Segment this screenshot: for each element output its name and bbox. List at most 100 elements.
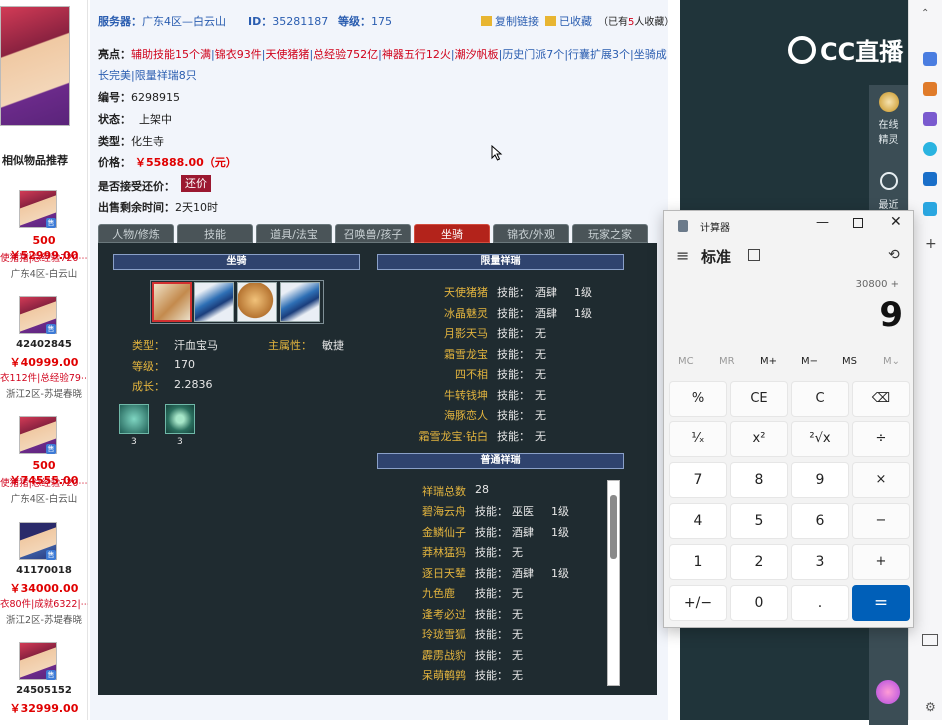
elves-label: 精灵: [878, 135, 899, 146]
bargain-row: 是否接受还价：: [98, 178, 175, 194]
memory-clear-button[interactable]: MC: [678, 356, 694, 367]
online-elves-button[interactable]: 在线 精灵: [869, 92, 908, 146]
negate-button[interactable]: +/−: [669, 585, 727, 621]
brain-icon[interactable]: [876, 680, 900, 704]
chevron-up-icon[interactable]: ⌃: [921, 8, 929, 19]
maximize-button[interactable]: [853, 218, 863, 228]
app-icon[interactable]: [923, 142, 937, 156]
level-info: 等级：175: [338, 13, 392, 29]
keep-on-top-icon[interactable]: [748, 249, 760, 261]
memory-subtract-button[interactable]: M−: [801, 356, 818, 367]
tab-mounts[interactable]: 坐骑: [414, 224, 490, 243]
mount-level-value: 170: [174, 358, 195, 371]
sqrt-button[interactable]: ²√x: [791, 421, 849, 457]
recent-label: 最近: [878, 200, 899, 211]
mount-slot-armor[interactable]: [194, 282, 234, 322]
toolbox-icon[interactable]: [923, 82, 937, 96]
mount-slot-lion[interactable]: [237, 282, 277, 322]
total-value: 28: [475, 483, 489, 496]
favorite-label: 已收藏: [559, 15, 592, 28]
app-icon[interactable]: [923, 52, 937, 66]
digit-5-button[interactable]: 5: [730, 503, 788, 539]
mount-attr-label: 主属性：: [268, 339, 312, 352]
skill-label: 技能：: [497, 286, 530, 299]
pet-name: 金鳞仙子: [422, 526, 466, 539]
outlook-icon[interactable]: [923, 172, 937, 186]
copy-link-button[interactable]: 复制链接: [481, 13, 539, 29]
equals-button[interactable]: =: [852, 585, 910, 621]
clear-button[interactable]: C: [791, 381, 849, 417]
add-icon[interactable]: +: [925, 236, 937, 252]
tab-character[interactable]: 人物/修炼: [98, 224, 174, 243]
gear-icon[interactable]: ⚙: [925, 700, 936, 714]
history-icon[interactable]: ⟲: [888, 247, 900, 263]
tab-pets[interactable]: 召唤兽/孩子: [335, 224, 411, 243]
item-server: 广东4区-白云山: [10, 269, 78, 280]
tab-outfits[interactable]: 锦衣/外观: [493, 224, 569, 243]
mount-slot-horse[interactable]: [152, 282, 192, 322]
digit-0-button[interactable]: 0: [730, 585, 788, 621]
memory-recall-button[interactable]: MR: [719, 356, 735, 367]
highlight-item[interactable]: 天使猪猪: [265, 48, 309, 61]
highlight-item[interactable]: 辅助技能15个满: [131, 48, 211, 61]
plus-button[interactable]: +: [852, 544, 910, 580]
minimize-button[interactable]: —: [816, 215, 829, 230]
recent-button[interactable]: 最近: [869, 172, 908, 211]
digit-9-button[interactable]: 9: [791, 462, 849, 498]
serial-label: 编号：: [98, 91, 131, 104]
highlight-item[interactable]: 锦衣93件: [215, 48, 262, 61]
digit-8-button[interactable]: 8: [730, 462, 788, 498]
reciprocal-button[interactable]: ¹⁄ₓ: [669, 421, 727, 457]
minus-button[interactable]: −: [852, 503, 910, 539]
multiply-button[interactable]: ×: [852, 462, 910, 498]
percent-button[interactable]: %: [669, 381, 727, 417]
bargain-button[interactable]: 还价: [181, 175, 211, 192]
scroll-thumb[interactable]: [610, 495, 617, 559]
decimal-button[interactable]: .: [791, 585, 849, 621]
serial-value: 6298915: [131, 91, 180, 104]
digit-3-button[interactable]: 3: [791, 544, 849, 580]
send-icon[interactable]: [923, 202, 937, 216]
mount-skill-icon[interactable]: [165, 404, 195, 434]
highlight-item[interactable]: 历史门派7个: [502, 48, 564, 61]
common-list-scrollbar[interactable]: [607, 480, 620, 686]
memory-store-button[interactable]: MS: [842, 356, 857, 367]
digit-2-button[interactable]: 2: [730, 544, 788, 580]
window-icon[interactable]: [922, 634, 938, 646]
tab-home[interactable]: 玩家之家: [572, 224, 648, 243]
digit-7-button[interactable]: 7: [669, 462, 727, 498]
backspace-button[interactable]: ⌫: [852, 381, 910, 417]
highlight-item[interactable]: 行囊扩展3个: [568, 48, 630, 61]
highlight-item[interactable]: 潮汐帆板: [455, 48, 499, 61]
tab-skills[interactable]: 技能: [177, 224, 253, 243]
highlight-item[interactable]: 神器五行12火: [382, 48, 451, 61]
highlight-item[interactable]: 总经验752亿: [313, 48, 378, 61]
app-icon[interactable]: [923, 112, 937, 126]
menu-icon[interactable]: ≡: [676, 246, 689, 265]
mount-slot-armor-2[interactable]: [280, 282, 320, 322]
pet-name: 呆萌鹌鹑: [422, 669, 466, 682]
digit-1-button[interactable]: 1: [669, 544, 727, 580]
clear-entry-button[interactable]: CE: [730, 381, 788, 417]
square-button[interactable]: x²: [730, 421, 788, 457]
digit-4-button[interactable]: 4: [669, 503, 727, 539]
memory-list-button[interactable]: M⌄: [883, 356, 900, 367]
result-display: 9: [879, 295, 903, 335]
sale-badge: 售: [46, 550, 56, 560]
divide-button[interactable]: ÷: [852, 421, 910, 457]
expression-display: 30800 +: [855, 279, 899, 290]
favorite-button[interactable]: 已收藏: [545, 13, 592, 29]
skill-value: 酒肆: [535, 307, 557, 320]
digit-6-button[interactable]: 6: [791, 503, 849, 539]
skill-level: 1级: [574, 286, 592, 299]
close-button[interactable]: ✕: [890, 214, 902, 230]
tab-items[interactable]: 道具/法宝: [256, 224, 332, 243]
highlights: 亮点：辅助技能15个满|锦衣93件|天使猪猪|总经验752亿|神器五行12火|潮…: [98, 48, 667, 82]
character-portrait: [0, 6, 70, 126]
mode-title: 标准: [701, 248, 732, 266]
pet-name: 逢考必过: [422, 608, 466, 621]
mount-skill-icon[interactable]: [119, 404, 149, 434]
item-id: 42402845: [16, 339, 72, 350]
memory-add-button[interactable]: M+: [760, 356, 777, 367]
highlight-item[interactable]: 限量祥瑞8只: [135, 69, 197, 82]
